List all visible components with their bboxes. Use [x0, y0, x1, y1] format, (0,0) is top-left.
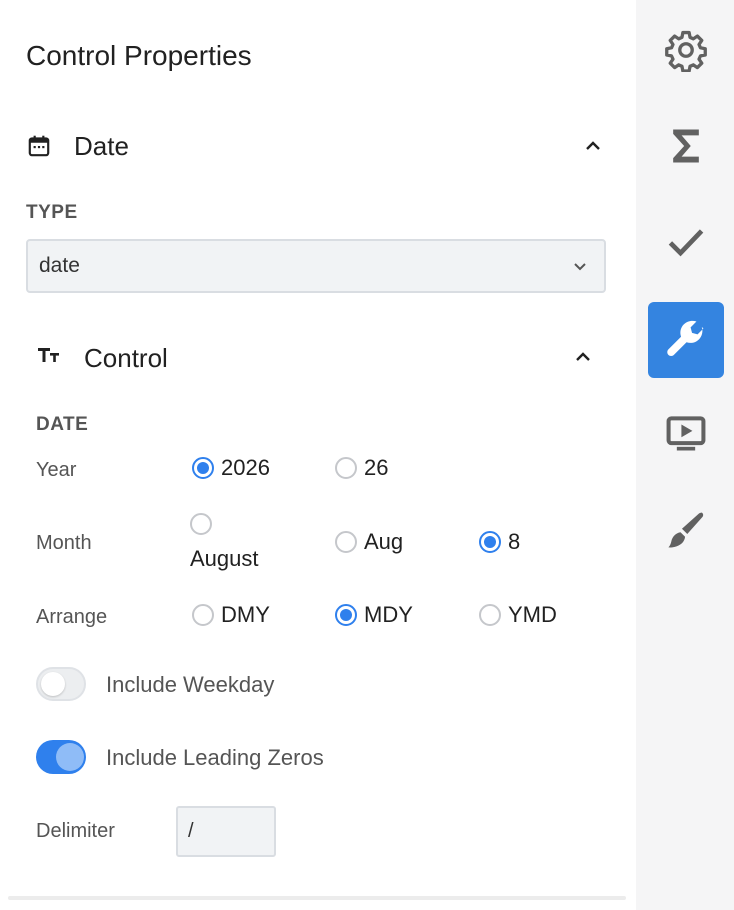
- rail-preview-button[interactable]: [648, 398, 724, 474]
- text-format-icon: [37, 345, 63, 371]
- rail-sum-button[interactable]: [648, 110, 724, 186]
- rail-settings-button[interactable]: [648, 14, 724, 90]
- chevron-down-icon: [572, 258, 588, 274]
- wrench-icon: [664, 316, 708, 365]
- radio-unselected[interactable]: [335, 457, 357, 479]
- arrange-option-ymd[interactable]: YMD: [479, 602, 557, 628]
- rail-properties-button[interactable]: [648, 302, 724, 378]
- delimiter-input[interactable]: [176, 806, 276, 857]
- brush-icon: [664, 508, 708, 557]
- include-weekday-label: Include Weekday: [106, 672, 275, 697]
- panel-title: Control Properties: [26, 40, 252, 71]
- arrange-option-dmy[interactable]: DMY: [192, 602, 270, 628]
- radio-unselected[interactable]: [190, 513, 212, 535]
- control-properties-panel: Control Properties Date TYPE date Contro…: [0, 0, 636, 910]
- radio-unselected[interactable]: [335, 531, 357, 553]
- month-option-8[interactable]: 8: [479, 529, 520, 555]
- collapse-control-chevron-icon[interactable]: [573, 347, 593, 367]
- year-label: Year: [36, 459, 77, 481]
- include-weekday-toggle[interactable]: [36, 667, 86, 701]
- radio-selected[interactable]: [192, 457, 214, 479]
- gear-icon: [664, 28, 708, 77]
- month-option-august[interactable]: August: [190, 513, 259, 572]
- month-option-aug[interactable]: Aug: [335, 529, 403, 555]
- arrange-label: Arrange: [36, 606, 108, 628]
- collapse-date-chevron-icon[interactable]: [583, 136, 603, 156]
- rail-validation-button[interactable]: [648, 206, 724, 282]
- date-caption: DATE: [36, 414, 89, 435]
- check-icon: [664, 220, 708, 269]
- play-screen-icon: [664, 412, 708, 461]
- year-option-26[interactable]: 26: [335, 455, 388, 481]
- calendar-icon: [26, 133, 52, 159]
- arrange-option-mdy[interactable]: MDY: [335, 602, 413, 628]
- radio-selected[interactable]: [479, 531, 501, 553]
- rail-style-button[interactable]: [648, 494, 724, 570]
- include-leading-zeros-toggle[interactable]: [36, 740, 86, 774]
- radio-selected[interactable]: [335, 604, 357, 626]
- sigma-icon: [664, 124, 708, 173]
- toggle-knob: [41, 672, 65, 696]
- type-caption: TYPE: [26, 202, 78, 223]
- type-select[interactable]: date: [26, 239, 606, 293]
- toggle-knob: [56, 743, 84, 771]
- delimiter-label: Delimiter: [36, 820, 115, 842]
- month-label: Month: [36, 532, 92, 554]
- year-option-2026[interactable]: 2026: [192, 455, 270, 481]
- radio-unselected[interactable]: [192, 604, 214, 626]
- date-section-title[interactable]: Date: [74, 131, 129, 162]
- include-leading-zeros-label: Include Leading Zeros: [106, 745, 324, 770]
- panel-bottom-divider: [8, 896, 626, 900]
- type-select-value: date: [39, 254, 80, 277]
- control-section-title[interactable]: Control: [84, 343, 168, 374]
- radio-unselected[interactable]: [479, 604, 501, 626]
